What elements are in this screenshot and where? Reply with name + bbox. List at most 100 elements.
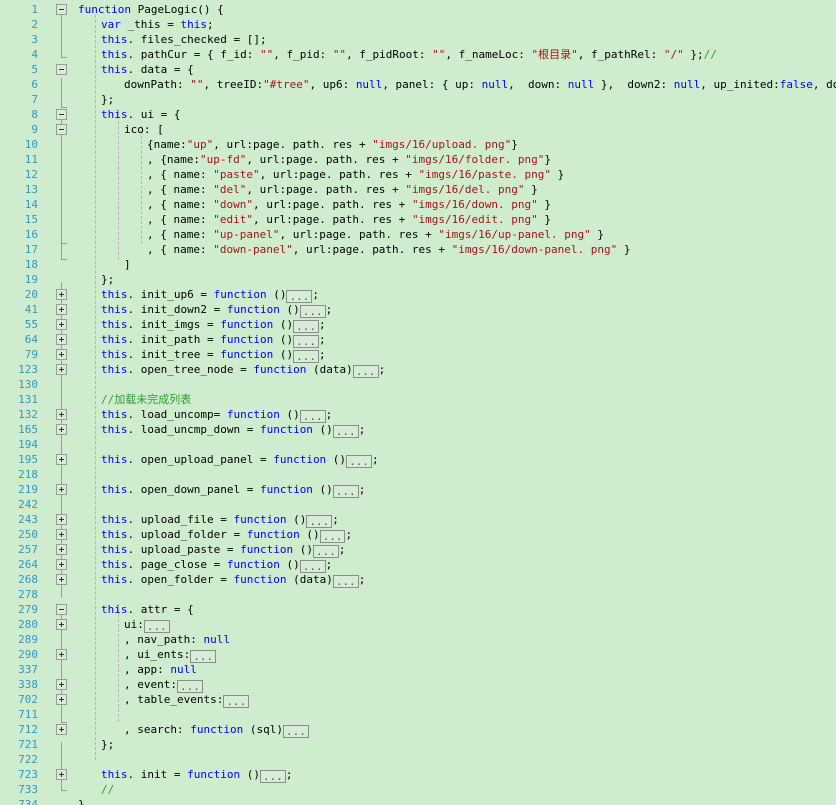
code-token-kw: this: [101, 603, 128, 616]
code-line[interactable]: this. init_tree = function ()...;: [0, 347, 326, 363]
code-line[interactable]: , { name: "edit", url:page. path. res + …: [0, 212, 551, 227]
code-line[interactable]: , { name: "down-panel", url:page. path. …: [0, 242, 631, 257]
code-line[interactable]: , { name: "up-panel", url:page. path. re…: [0, 227, 604, 242]
code-line[interactable]: this. open_tree_node = function (data)..…: [0, 362, 385, 378]
code-line[interactable]: this. upload_paste = function ()...;: [0, 542, 345, 558]
code-token-kw: this: [180, 18, 207, 31]
code-line[interactable]: };: [0, 272, 114, 287]
code-token-plain: ui:: [124, 618, 144, 631]
code-line[interactable]: [0, 437, 78, 452]
code-line[interactable]: }: [0, 797, 85, 805]
code-line[interactable]: , event:...: [0, 677, 203, 693]
code-line[interactable]: [0, 467, 78, 482]
code-line[interactable]: this. page_close = function ()...;: [0, 557, 332, 573]
code-line[interactable]: };: [0, 92, 114, 107]
collapsed-code-placeholder[interactable]: ...: [332, 425, 359, 438]
code-token-plain: downPath:: [124, 78, 191, 91]
code-line[interactable]: ico: [: [0, 122, 164, 137]
collapsed-code-placeholder[interactable]: ...: [352, 365, 379, 378]
collapsed-code-placeholder[interactable]: ...: [282, 725, 309, 738]
code-token-plain: , ui_ents:: [124, 648, 191, 661]
code-token-kw: function: [253, 363, 307, 376]
code-token-kw: var: [101, 18, 121, 31]
code-token-plain: , f_pathRel:: [577, 48, 664, 61]
code-line[interactable]: ui:...: [0, 617, 170, 633]
code-token-plain: () {: [197, 3, 224, 16]
code-line[interactable]: , { name: "down", url:page. path. res + …: [0, 197, 551, 212]
code-line[interactable]: this. attr = {: [0, 602, 194, 617]
code-token-plain: (): [293, 543, 313, 556]
code-token-kw: null: [673, 78, 701, 91]
code-line[interactable]: this. load_uncomp= function ()...;: [0, 407, 332, 423]
code-token-plain: , up6:: [309, 78, 356, 91]
code-token-plain: (): [312, 483, 333, 496]
code-line[interactable]: [0, 587, 78, 602]
code-token-plain: };: [101, 93, 115, 106]
code-line[interactable]: this. init_imgs = function ()...;: [0, 317, 326, 333]
code-line[interactable]: this. ui = {: [0, 107, 180, 122]
code-line[interactable]: [0, 497, 78, 512]
collapsed-code-placeholder[interactable]: ...: [259, 770, 286, 783]
code-token-plain: }: [524, 183, 538, 196]
code-line[interactable]: , { name: "del", url:page. path. res + "…: [0, 182, 538, 197]
code-line[interactable]: {name:"up", url:page. path. res + "imgs/…: [0, 137, 518, 152]
code-line[interactable]: this. load_uncmp_down = function ()...;: [0, 422, 365, 438]
collapsed-code-placeholder[interactable]: ...: [346, 455, 372, 468]
collapsed-code-placeholder[interactable]: ...: [332, 575, 359, 588]
code-token-plain: . page_close =: [127, 558, 227, 571]
collapsed-code-placeholder[interactable]: ...: [332, 485, 359, 498]
code-token-plain: . open_folder =: [127, 573, 234, 586]
code-line[interactable]: , ui_ents:...: [0, 647, 217, 663]
code-line[interactable]: , table_events:...: [0, 692, 250, 708]
code-line[interactable]: };: [0, 737, 114, 752]
code-token-plain: };: [101, 273, 115, 286]
code-token-plain: , { name:: [147, 228, 214, 241]
code-line[interactable]: downPath: "", treeID:"#tree", up6: null,…: [0, 77, 836, 92]
code-token-plain: ]: [124, 258, 131, 271]
code-token-plain: ;: [318, 333, 326, 346]
code-line[interactable]: this. upload_folder = function ()...;: [0, 527, 353, 543]
code-line[interactable]: //: [0, 782, 114, 797]
code-token-kw: this: [101, 363, 128, 376]
code-token-plain: , { name:: [147, 243, 214, 256]
code-line[interactable]: this. files_checked = [];: [0, 32, 267, 47]
code-line[interactable]: , app: null: [0, 662, 197, 677]
code-line[interactable]: [0, 707, 78, 722]
code-token-kw: function: [190, 723, 244, 736]
code-token-plain: ;: [318, 348, 326, 361]
code-line[interactable]: this. init_down2 = function ()...;: [0, 302, 332, 318]
code-token-plain: (data): [286, 573, 333, 586]
code-token-plain: ;: [345, 528, 353, 541]
code-line[interactable]: this. upload_file = function ()...;: [0, 512, 339, 528]
code-token-plain: (): [240, 768, 260, 781]
code-line[interactable]: , search: function (sql)...: [0, 722, 309, 738]
code-token-str: "imgs/16/folder. png": [405, 153, 545, 166]
code-line[interactable]: //加载未完成列表: [0, 392, 191, 407]
code-line[interactable]: [0, 377, 78, 392]
code-line[interactable]: this. init = function ()...;: [0, 767, 292, 783]
code-token-cmt: //加载未完成列表: [101, 393, 192, 406]
code-token-plain: }: [551, 168, 565, 181]
code-line[interactable]: [0, 752, 78, 767]
code-token-plain: (): [279, 408, 300, 421]
code-token-kw: this: [101, 768, 128, 781]
code-text-area[interactable]: function PageLogic() {var _this = this; t…: [0, 0, 836, 805]
code-line[interactable]: ]: [0, 257, 131, 272]
code-token-kw: function: [78, 3, 131, 16]
code-line[interactable]: var _this = this;: [0, 17, 214, 32]
collapsed-code-placeholder[interactable]: ...: [223, 695, 250, 708]
code-line[interactable]: this. open_down_panel = function ()...;: [0, 482, 365, 498]
code-line[interactable]: this. open_upload_panel = function ()...…: [0, 452, 379, 468]
code-line[interactable]: , {name:"up-fd", url:page. path. res + "…: [0, 152, 551, 167]
code-line[interactable]: this. data = {: [0, 62, 194, 77]
code-line[interactable]: , { name: "paste", url:page. path. res +…: [0, 167, 564, 182]
code-line[interactable]: function PageLogic() {: [0, 2, 224, 17]
code-line[interactable]: this. init_up6 = function ()...;: [0, 287, 319, 303]
code-line[interactable]: this. pathCur = { f_id: "", f_pid: "", f…: [0, 47, 717, 62]
code-line[interactable]: this. init_path = function ()...;: [0, 332, 326, 348]
code-token-str: "imgs/16/del. png": [405, 183, 525, 196]
code-line[interactable]: this. open_folder = function (data)...;: [0, 572, 365, 588]
code-line[interactable]: , nav_path: null: [0, 632, 230, 647]
code-token-plain: , url:page. path. res +: [279, 228, 439, 241]
code-editor[interactable]: 1 2 3 4 5 6 7 8 9 10 11 12 13 14 15 16 17 18 19 20 41 55 64 79 1…: [0, 0, 836, 805]
